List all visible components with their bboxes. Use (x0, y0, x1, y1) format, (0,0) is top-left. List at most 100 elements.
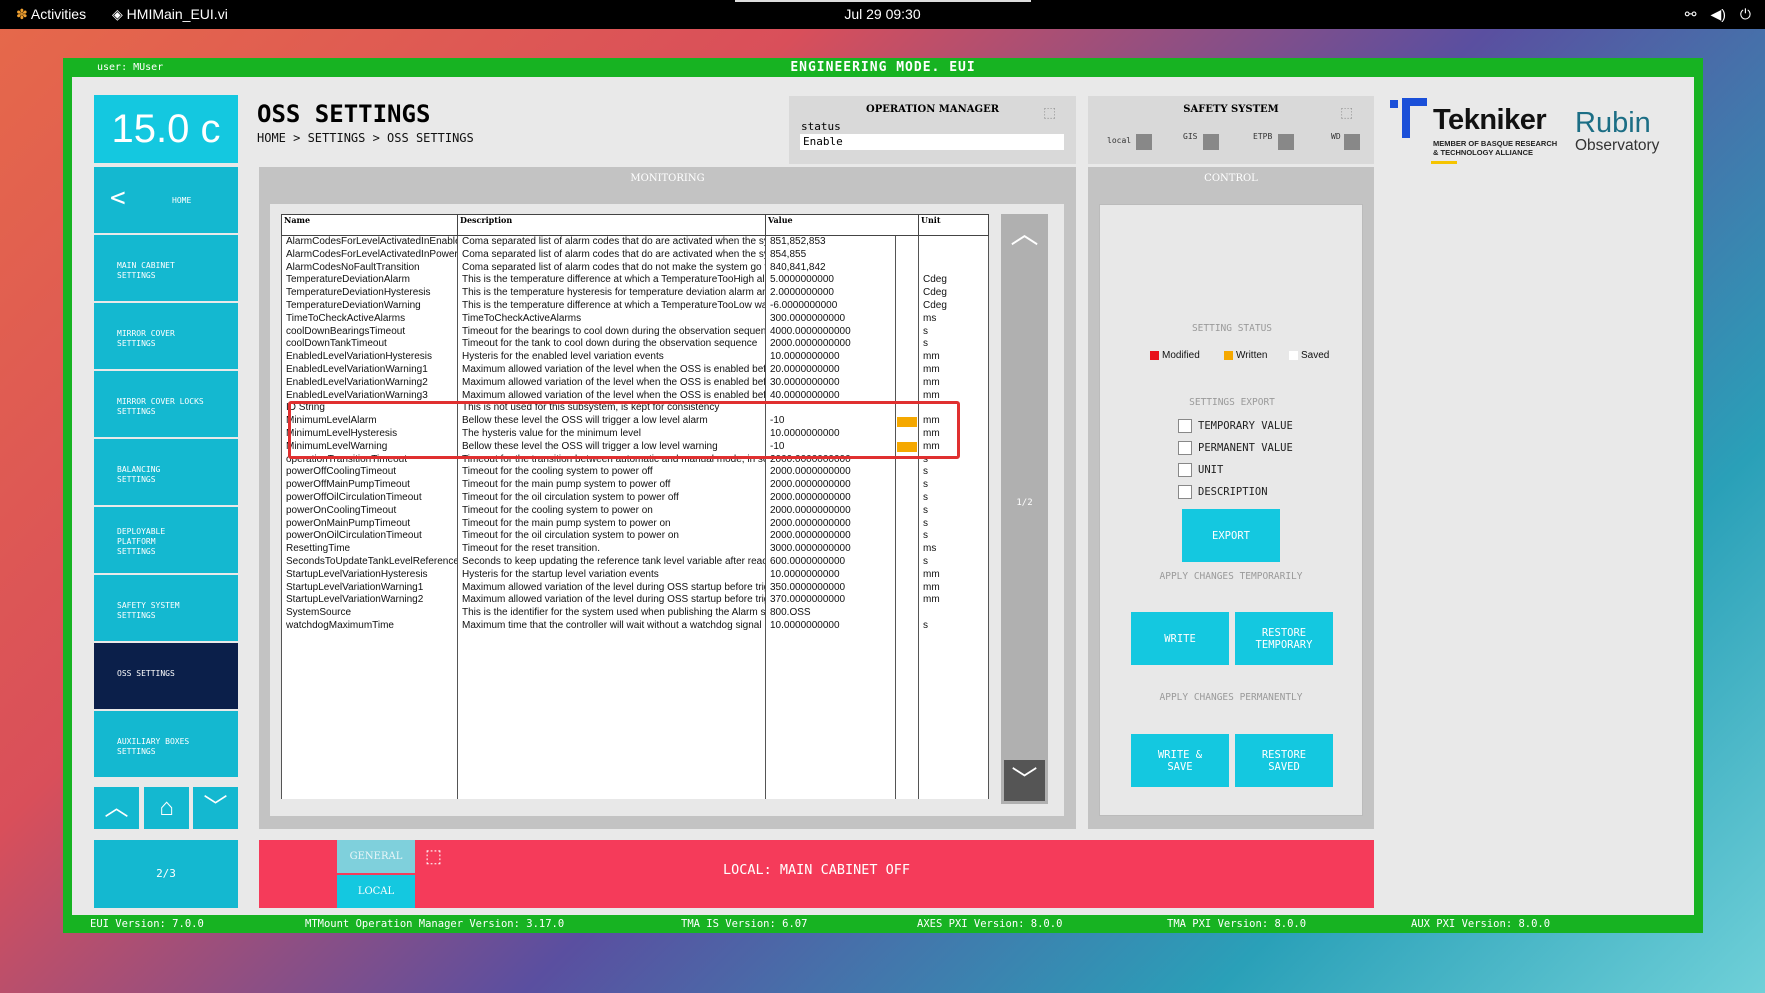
apply-temporarily-label: APPLY CHANGES TEMPORARILY (1159, 571, 1303, 582)
write-button[interactable]: WRITE (1131, 612, 1229, 665)
table-row[interactable]: TemperatureDeviationAlarm This is the tem… (281, 274, 990, 288)
cell-value[interactable]: 2000.0000000000 (765, 517, 896, 531)
cell-value[interactable]: 10.0000000000 (765, 568, 896, 582)
system-tray[interactable]: ⚯ ◀) ⏻ (1685, 6, 1751, 23)
table-row[interactable]: powerOffCoolingTimeout Timeout for the co… (281, 466, 990, 480)
sidebar-item-auxiliary-boxes[interactable]: AUXILIARY BOXES SETTINGS (94, 711, 238, 777)
nav-home-button[interactable]: ⌂ (144, 787, 189, 829)
cell-value[interactable]: 2000.0000000000 (765, 504, 896, 518)
sidebar-item-mirror-cover-locks[interactable]: MIRROR COVER LOCKS SETTINGS (94, 371, 238, 437)
sidebar-item-mirror-cover[interactable]: MIRROR COVER SETTINGS (94, 303, 238, 369)
cell-value[interactable]: 20.0000000000 (765, 363, 896, 377)
settings-table[interactable]: Name Description Value Unit AlarmCodesFo… (281, 214, 990, 800)
sidebar-item-balancing[interactable]: BALANCING SETTINGS (94, 439, 238, 505)
table-row[interactable]: TemperatureDeviationHysteresis This is th… (281, 287, 990, 300)
table-row[interactable]: StartupLevelVariationWarning1 Maximum all… (281, 581, 990, 595)
cell-name: AlarmCodesForLevelActivatedInPowering (281, 248, 458, 262)
cell-value[interactable]: 2.0000000000 (765, 287, 896, 300)
table-row[interactable]: TimeToCheckActiveAlarms TimeToCheckActive… (281, 312, 990, 326)
sidebar-item-oss[interactable]: OSS SETTINGS (94, 643, 238, 709)
safety-system-title: SAFETY SYSTEM (1183, 104, 1279, 115)
write-save-button[interactable]: WRITE & SAVE (1131, 734, 1229, 787)
cell-value[interactable]: 350.0000000000 (765, 581, 896, 595)
cell-value[interactable]: 2000.0000000000 (765, 479, 896, 492)
cell-name: AlarmCodesNoFaultTransition (281, 261, 458, 275)
table-row[interactable]: SystemSource This is the identifier for t… (281, 607, 990, 620)
safety-cursor-icon[interactable]: ⬚ (1340, 104, 1353, 121)
unit-checkbox[interactable]: UNIT (1178, 463, 1223, 477)
cell-value[interactable]: 851,852,853 (765, 235, 896, 249)
cell-value[interactable]: 4000.0000000000 (765, 325, 896, 339)
export-button[interactable]: EXPORT (1182, 509, 1280, 562)
cell-description: Coma separated list of alarm codes that … (457, 235, 766, 249)
sidebar-item-main-cabinet[interactable]: MAIN CABINET SETTINGS (94, 235, 238, 301)
cell-value[interactable]: 2000.0000000000 (765, 491, 896, 505)
cell-unit: mm (918, 363, 990, 377)
cell-status-flag (894, 517, 920, 531)
sidebar-item-deployable-platform[interactable]: DEPLOYABLE PLATFORM SETTINGS (94, 507, 238, 573)
cell-value[interactable]: 30.0000000000 (765, 376, 896, 390)
cell-value[interactable]: 10.0000000000 (765, 619, 896, 633)
table-row[interactable]: powerOnCoolingTimeout Timeout for the coo… (281, 504, 990, 518)
volume-icon[interactable]: ◀) (1710, 6, 1725, 23)
permanent-value-checkbox[interactable]: PERMANENT VALUE (1178, 441, 1293, 455)
cell-description: Hysteris for the enabled level variation… (457, 351, 766, 364)
restore-saved-button[interactable]: RESTORE SAVED (1235, 734, 1333, 787)
clock[interactable]: Jul 29 09:30 (0, 6, 1765, 22)
table-row[interactable]: powerOffMainPumpTimeout Timeout for the m… (281, 479, 990, 492)
scroll-down-button[interactable]: ﹀ (1004, 760, 1045, 801)
empty-row (281, 722, 990, 736)
restore-temporary-button[interactable]: RESTORE TEMPORARY (1235, 612, 1333, 665)
table-row[interactable]: EnabledLevelVariationWarning1 Maximum all… (281, 363, 990, 377)
table-row[interactable]: coolDownBearingsTimeout Timeout for the b… (281, 325, 990, 339)
table-row[interactable]: EnabledLevelVariationHysteresis Hysteris … (281, 351, 990, 364)
table-row[interactable]: powerOffOilCirculationTimeout Timeout for… (281, 491, 990, 505)
description-checkbox[interactable]: DESCRIPTION (1178, 485, 1268, 499)
nav-down-button[interactable]: ﹀ (193, 787, 238, 829)
table-row[interactable]: AlarmCodesNoFaultTransition Coma separate… (281, 261, 990, 275)
temporary-value-checkbox[interactable]: TEMPORARY VALUE (1178, 419, 1293, 433)
nav-up-button[interactable]: ︿ (94, 787, 139, 829)
sidebar-item-home[interactable]: < HOME (94, 167, 238, 233)
table-row[interactable]: ResettingTime Timeout for the reset trans… (281, 543, 990, 556)
cell-value[interactable]: 2000.0000000000 (765, 466, 896, 480)
cell-value[interactable]: 300.0000000000 (765, 312, 896, 326)
tab-local[interactable]: LOCAL (337, 875, 415, 908)
table-row[interactable]: AlarmCodesForLevelActivatedInPowering Com… (281, 248, 990, 262)
table-row[interactable]: TemperatureDeviationWarning This is the t… (281, 299, 990, 313)
take-control-icon[interactable]: ⬚ (1043, 104, 1056, 121)
table-row[interactable]: StartupLevelVariationHysteresis Hysteris … (281, 568, 990, 582)
cell-value[interactable]: 370.0000000000 (765, 594, 896, 608)
cell-value[interactable]: 854,855 (765, 248, 896, 262)
cell-value[interactable]: 2000.0000000000 (765, 530, 896, 544)
cell-description: This is the temperature hysteresis for t… (457, 287, 766, 300)
table-row[interactable]: powerOnMainPumpTimeout Timeout for the ma… (281, 517, 990, 531)
cell-value[interactable]: 800.OSS (765, 607, 896, 620)
cell-value[interactable]: 2000.0000000000 (765, 338, 896, 352)
table-row[interactable]: SecondsToUpdateTankLevelReference Seconds… (281, 555, 990, 569)
cell-value[interactable]: 5.0000000000 (765, 274, 896, 288)
table-row[interactable]: EnabledLevelVariationWarning2 Maximum all… (281, 376, 990, 390)
table-row[interactable]: AlarmCodesForLevelActivatedInEnable Coma … (281, 235, 990, 249)
table-scrollbar[interactable]: ︿ 1/2 ﹀ (1001, 214, 1048, 804)
cell-value[interactable]: 840,841,842 (765, 261, 896, 275)
cell-name: SystemSource (281, 607, 458, 620)
cell-status-flag (894, 581, 920, 595)
cell-description: Timeout for the reset transition. (457, 543, 766, 556)
cell-value[interactable]: 600.0000000000 (765, 555, 896, 569)
cell-value[interactable]: 3000.0000000000 (765, 543, 896, 556)
cell-value[interactable]: -6.0000000000 (765, 299, 896, 313)
safety-wd-indicator (1344, 134, 1360, 150)
table-row[interactable]: watchdogMaximumTime Maximum time that the… (281, 619, 990, 633)
cell-value[interactable]: 10.0000000000 (765, 351, 896, 364)
sidebar-item-safety-system[interactable]: SAFETY SYSTEM SETTINGS (94, 575, 238, 641)
safety-etpb-label: ETPB (1253, 132, 1273, 141)
table-row[interactable]: StartupLevelVariationWarning2 Maximum all… (281, 594, 990, 608)
cell-status-flag (894, 261, 920, 275)
table-row[interactable]: coolDownTankTimeout Timeout for the tank … (281, 338, 990, 352)
power-icon[interactable]: ⏻ (1740, 6, 1751, 23)
cell-name: watchdogMaximumTime (281, 619, 458, 633)
network-icon[interactable]: ⚯ (1685, 6, 1697, 23)
scroll-up-button[interactable]: ︿ (1001, 214, 1048, 254)
table-row[interactable]: powerOnOilCirculationTimeout Timeout for … (281, 530, 990, 544)
